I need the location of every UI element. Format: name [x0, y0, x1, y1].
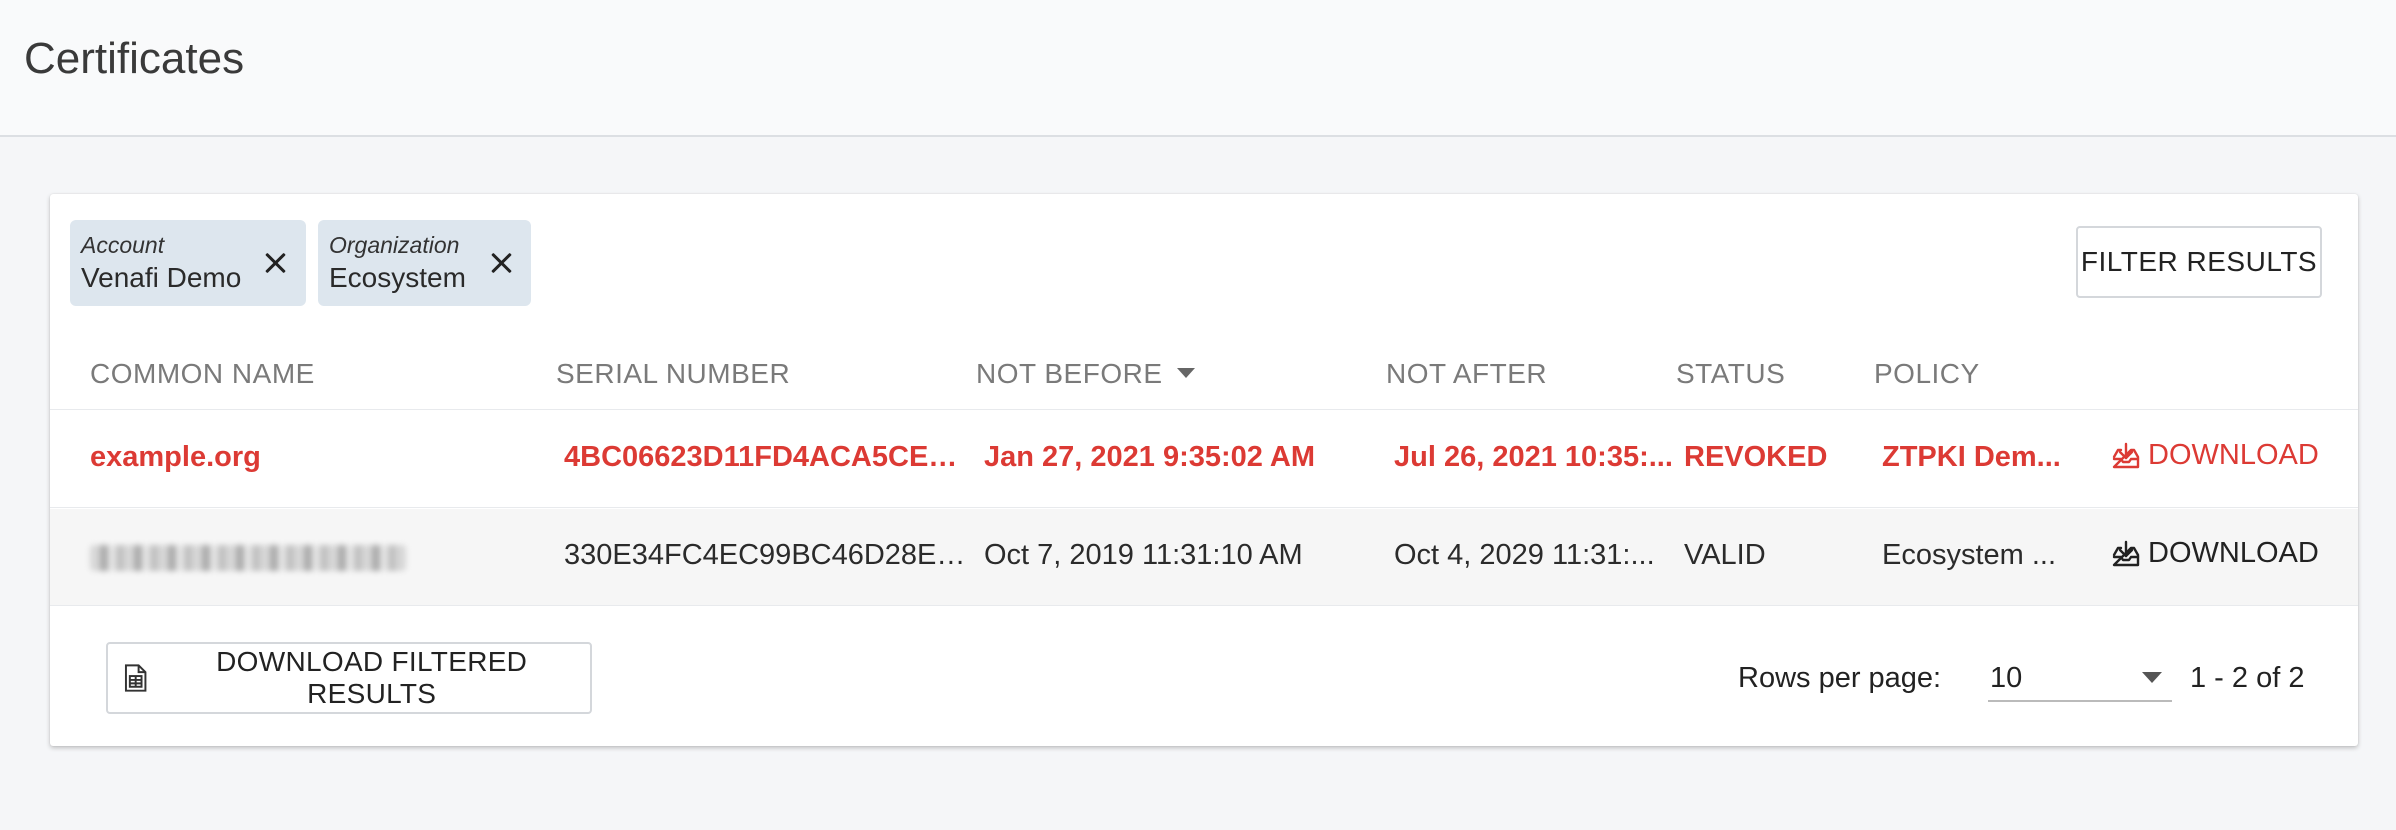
- chip-label: Organization: [329, 232, 460, 258]
- cell-not-after: Oct 4, 2029 11:31:...: [1394, 539, 1655, 571]
- chip-value: Ecosystem: [329, 262, 466, 293]
- cell-common-name[interactable]: example.org: [90, 441, 530, 474]
- certificates-card: Account Venafi Demo Organization Ecosyst…: [50, 194, 2358, 746]
- table-header: COMMON NAME SERIAL NUMBER NOT BEFORE NOT…: [50, 344, 2358, 410]
- column-header-not-before[interactable]: NOT BEFORE: [976, 358, 1195, 390]
- cell-status: VALID: [1684, 539, 1766, 571]
- rows-per-page-select[interactable]: 10: [1988, 650, 2172, 702]
- close-icon[interactable]: [486, 248, 516, 278]
- filter-chip-organization: Organization Ecosystem: [318, 220, 531, 306]
- filter-results-button[interactable]: FILTER RESULTS: [2076, 226, 2322, 298]
- column-header-label: NOT BEFORE: [976, 358, 1163, 389]
- cell-not-before: Jan 27, 2021 9:35:02 AM: [984, 441, 1316, 473]
- download-button[interactable]: DOWNLOAD: [2110, 537, 2319, 570]
- cell-serial-number: 4BC06623D11FD4ACA5CE96...: [564, 441, 970, 473]
- column-header-status[interactable]: STATUS: [1676, 358, 1785, 390]
- sort-desc-icon: [1176, 367, 1195, 378]
- page-header: Certificates: [0, 0, 2396, 137]
- download-icon: [2112, 540, 2140, 566]
- table-row[interactable]: 330E34FC4EC99BC46D28ED... Oct 7, 2019 11…: [50, 509, 2358, 606]
- cell-policy: ZTPKI Dem...: [1882, 441, 2061, 473]
- rows-per-page-value: 10: [1990, 662, 2023, 694]
- cell-serial-number: 330E34FC4EC99BC46D28ED...: [564, 539, 970, 571]
- cell-policy: Ecosystem ...: [1882, 539, 2057, 571]
- download-filtered-label: DOWNLOAD FILTERED RESULTS: [216, 646, 528, 709]
- chip-value: Venafi Demo: [81, 262, 242, 293]
- download-label: DOWNLOAD: [2148, 537, 2319, 569]
- cell-not-before: Oct 7, 2019 11:31:10 AM: [984, 539, 1303, 571]
- close-icon[interactable]: [260, 248, 290, 278]
- chip-label: Account: [81, 232, 165, 258]
- page-title: Certificates: [24, 34, 245, 83]
- rows-per-page-label: Rows per page:: [1738, 662, 1942, 694]
- cell-not-after: Jul 26, 2021 10:35:...: [1394, 441, 1673, 473]
- download-button[interactable]: DOWNLOAD: [2110, 439, 2319, 472]
- table-row[interactable]: example.org 4BC06623D11FD4ACA5CE96... Ja…: [50, 411, 2358, 508]
- spreadsheet-file-icon: [124, 664, 147, 692]
- redacted-common-name[interactable]: [90, 545, 406, 571]
- column-header-serial-number[interactable]: SERIAL NUMBER: [556, 358, 790, 390]
- download-filtered-results-button[interactable]: DOWNLOAD FILTERED RESULTS: [106, 642, 592, 714]
- column-header-not-after[interactable]: NOT AFTER: [1386, 358, 1547, 390]
- cell-status: REVOKED: [1684, 441, 1828, 473]
- filter-chip-account: Account Venafi Demo: [70, 220, 306, 306]
- download-label: DOWNLOAD: [2148, 439, 2319, 471]
- download-icon: [2112, 442, 2140, 468]
- pagination-range: 1 - 2 of 2: [2190, 662, 2305, 694]
- column-header-policy[interactable]: POLICY: [1874, 358, 1980, 390]
- column-header-common-name[interactable]: COMMON NAME: [90, 358, 315, 390]
- chevron-down-icon: [2142, 672, 2162, 683]
